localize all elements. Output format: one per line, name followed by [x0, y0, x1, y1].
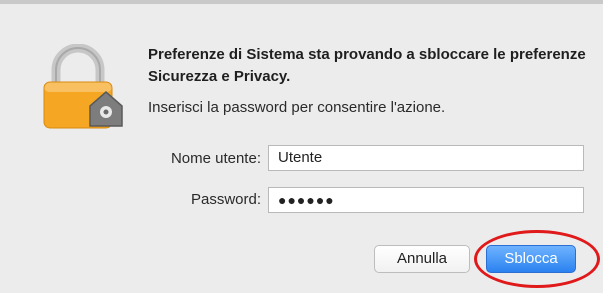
dialog-message: Inserisci la password per consentire l'a…	[148, 99, 446, 116]
password-label: Password:	[190, 191, 261, 208]
cancel-button[interactable]: Annulla	[374, 245, 470, 273]
username-field[interactable]: Utente	[268, 145, 584, 171]
username-label: Nome utente:	[170, 150, 261, 167]
dialog-title: Preferenze di Sistema sta provando a sbl…	[148, 46, 586, 85]
lock-icon	[43, 44, 123, 129]
auth-dialog: Preferenze di Sistema sta provando a sbl…	[0, 4, 603, 293]
password-field[interactable]: ●●●●●●	[268, 187, 584, 213]
unlock-button[interactable]: Sblocca	[486, 245, 576, 273]
